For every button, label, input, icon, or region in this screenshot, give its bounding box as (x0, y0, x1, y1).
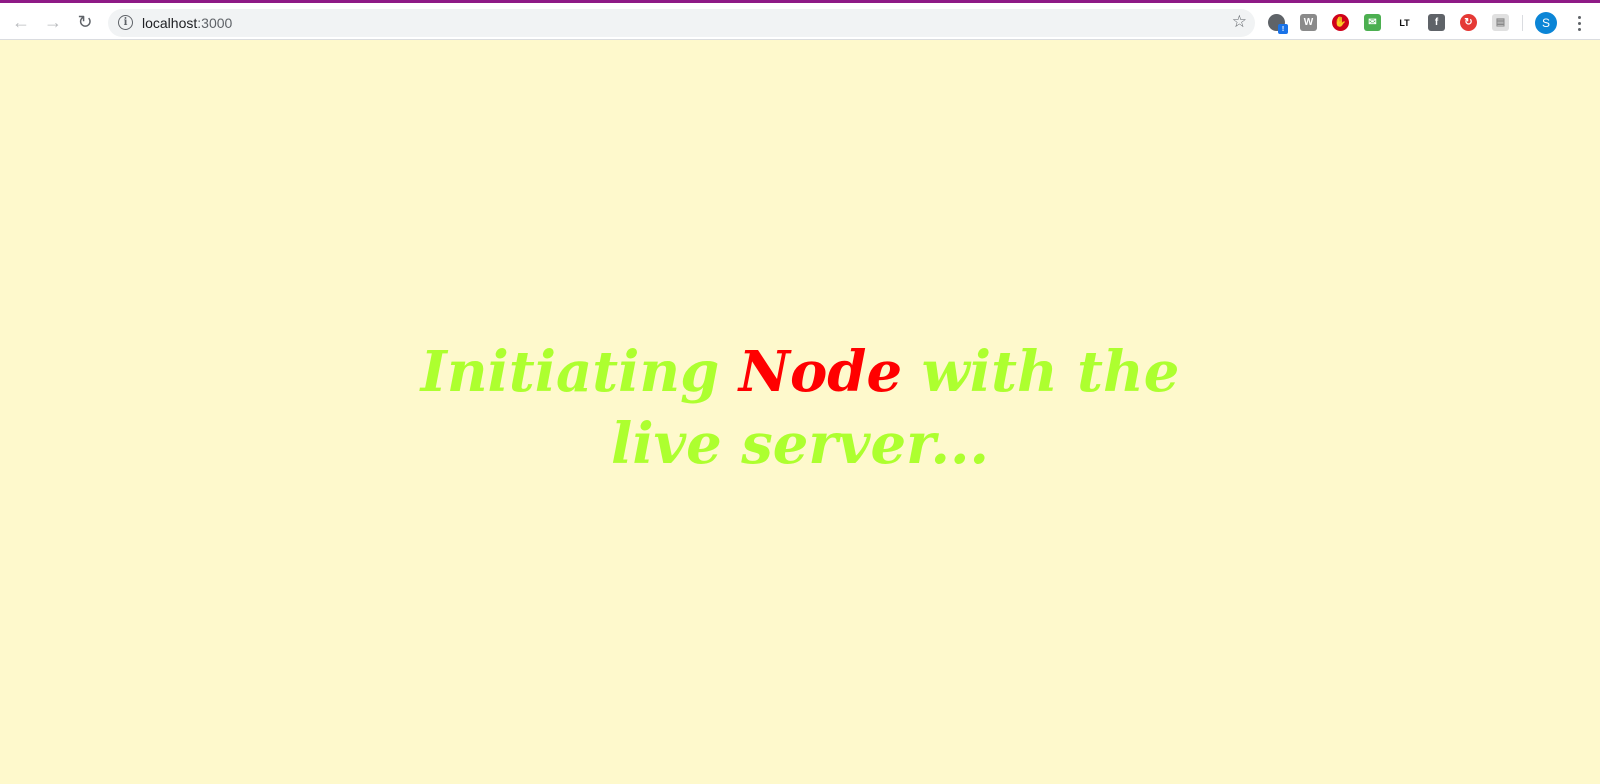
extension-lt-icon[interactable]: LT (1396, 14, 1413, 31)
extension-clipboard-icon[interactable]: ▤ (1492, 14, 1509, 31)
info-icon[interactable]: i (118, 15, 133, 30)
forward-button[interactable]: → (39, 8, 67, 36)
toolbar-divider (1522, 15, 1523, 31)
arrow-right-icon: → (44, 11, 62, 32)
extension-mail-icon[interactable]: ✉ (1364, 14, 1381, 31)
url-port: :3000 (197, 15, 233, 31)
page-viewport: Initiating Node with the live server... (0, 40, 1600, 784)
reload-icon: ↻ (77, 11, 93, 32)
star-icon[interactable]: ☆ (1232, 12, 1247, 32)
extension-facebook-icon[interactable]: f (1428, 14, 1445, 31)
extension-refresh-icon[interactable]: ↻ (1460, 14, 1477, 31)
extension-w-icon[interactable]: W (1300, 14, 1317, 31)
heading-accent: Node (738, 339, 903, 405)
back-button[interactable]: ← (7, 8, 35, 36)
extension-badge-icon: ! (1278, 24, 1288, 34)
reload-button[interactable]: ↻ (71, 8, 99, 36)
extension-hand-icon[interactable]: ✋ (1332, 14, 1349, 31)
kebab-menu-icon[interactable] (1569, 11, 1589, 35)
arrow-left-icon: ← (12, 11, 30, 32)
browser-toolbar: ← → ↻ i localhost:3000 ☆ ! W ✋ ✉ LT f ↻ … (0, 3, 1600, 40)
heading-part1: Initiating (420, 339, 739, 405)
address-bar[interactable]: i localhost:3000 ☆ (108, 9, 1255, 37)
profile-avatar[interactable]: S (1535, 12, 1557, 34)
page-heading: Initiating Node with the live server... (400, 336, 1200, 480)
url-host: localhost (142, 15, 198, 31)
extension-eye-icon[interactable]: ! (1268, 14, 1288, 34)
url-text[interactable]: localhost:3000 (142, 15, 232, 31)
